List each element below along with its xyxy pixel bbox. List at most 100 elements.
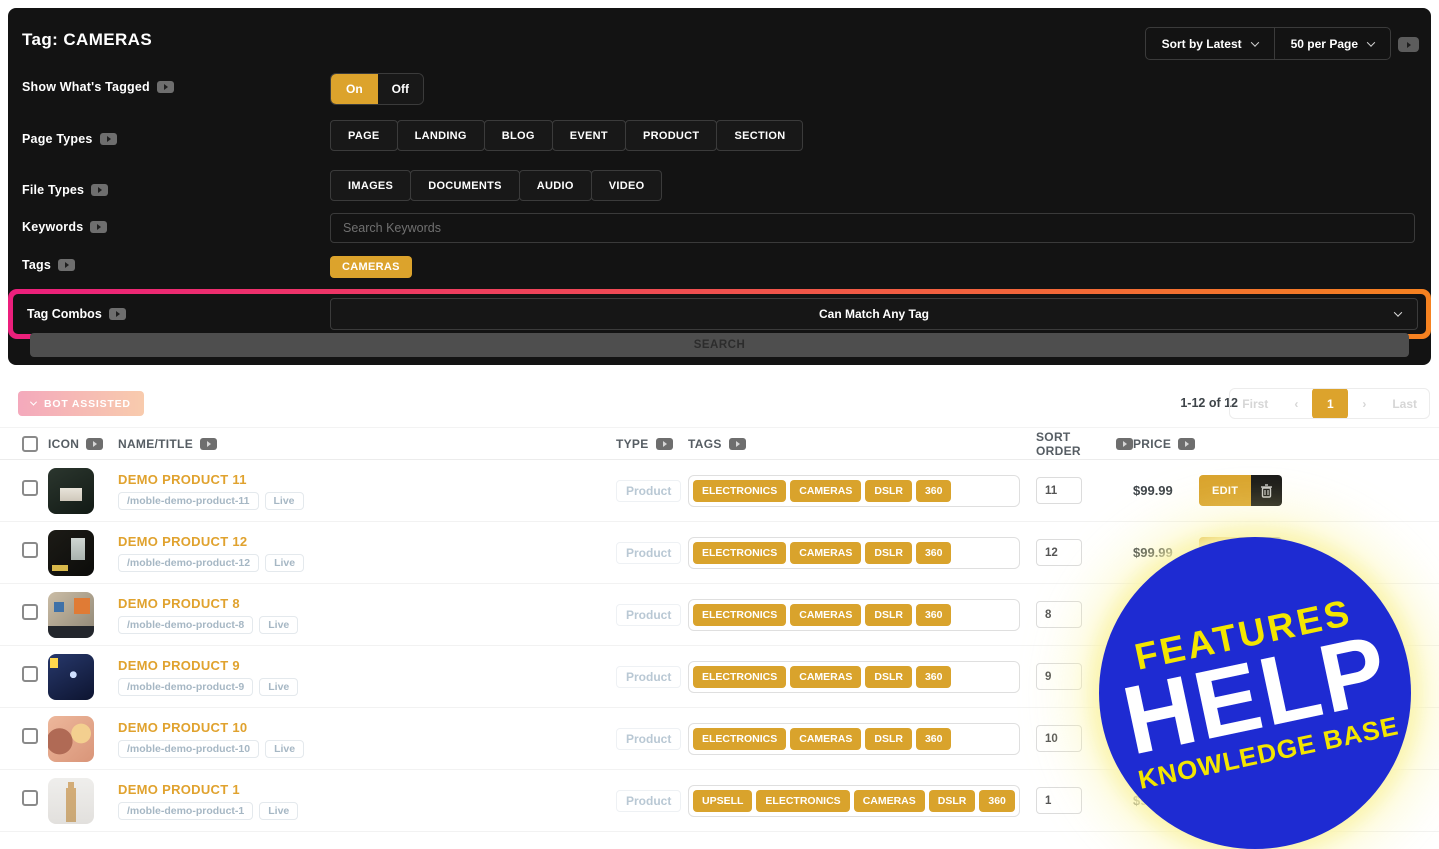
edit-button[interactable]: EDIT [1199,475,1252,506]
show-whats-tagged-toggle: On Off [330,73,424,105]
row-checkbox[interactable] [22,666,38,682]
file-type-audio[interactable]: AUDIO [518,170,592,201]
toggle-on-button[interactable]: On [331,74,378,104]
video-play-icon[interactable] [58,259,76,271]
type-label: Product [616,603,682,626]
product-thumbnail[interactable] [48,653,94,700]
pagination-p[interactable]: ‹ [1280,389,1312,418]
product-slug-badge: /moble-demo-product-8 [118,615,254,634]
sort-order-input[interactable]: 10 [1036,725,1082,752]
row-tags-box: ELECTRONICS CAMERAS DSLR 360 [688,722,1020,755]
select-all-checkbox[interactable] [22,435,38,452]
per-page-dropdown[interactable]: 50 per Page [1273,28,1390,59]
row-tag-dslr: DSLR [865,479,912,502]
sort-order-input[interactable]: 11 [1036,477,1082,504]
price-value: $99.99 [1133,544,1173,560]
row-tags-box: ELECTRONICS CAMERAS DSLR 360 [688,660,1020,693]
page-type-landing[interactable]: LANDING [396,120,485,151]
chevron-down-icon [29,398,38,406]
video-play-icon[interactable] [1178,437,1196,450]
page-type-event[interactable]: EVENT [551,120,626,151]
row-checkbox[interactable] [22,604,38,620]
row-tag-electronics: ELECTRONICS [693,541,787,564]
video-play-icon[interactable] [200,437,217,450]
header-price: PRICE [1133,437,1199,451]
video-play-icon[interactable] [1116,437,1133,450]
status-badge: Live [265,739,305,758]
file-type-video[interactable]: VIDEO [590,170,663,201]
file-type-documents[interactable]: DOCUMENTS [410,170,520,201]
pagination-last[interactable]: Last [1380,389,1429,418]
status-badge: Live [259,677,299,696]
pagination-first[interactable]: First [1230,389,1280,418]
product-slug-badge: /moble-demo-product-12 [118,553,260,572]
video-help-icon[interactable] [1398,37,1419,52]
video-play-icon[interactable] [90,221,108,233]
row-tags-box: UPSELL ELECTRONICS CAMERAS DSLR 360 [688,784,1020,817]
keywords-search-input[interactable] [330,213,1415,243]
page-type-product[interactable]: PRODUCT [624,120,718,151]
row-tag-360: 360 [915,479,952,502]
filter-label-text: Tags [22,258,52,272]
video-play-icon[interactable] [156,81,174,93]
table-row: DEMO PRODUCT 11 /moble-demo-product-11 L… [0,460,1439,522]
page-type-blog[interactable]: BLOG [483,120,553,151]
video-play-icon[interactable] [728,437,746,450]
header-label: ICON [48,436,80,451]
video-play-icon[interactable] [655,437,673,450]
row-tag-electronics: ELECTRONICS [693,727,787,750]
search-button[interactable]: SEARCH [30,333,1409,357]
row-tag-cameras: CAMERAS [790,665,862,688]
page-type-page[interactable]: PAGE [330,120,398,151]
status-badge: Live [265,553,305,572]
pagination-p[interactable]: › [1348,389,1380,418]
row-tag-cameras: CAMERAS [790,541,862,564]
product-thumbnail[interactable] [48,467,94,514]
pagination: First ‹ 1 › Last [1229,388,1430,419]
filter-label-text: Keywords [22,220,84,234]
product-thumbnail[interactable] [48,529,94,576]
video-play-icon[interactable] [86,437,104,450]
chevron-down-icon [1366,37,1376,47]
video-play-icon[interactable] [108,308,126,320]
product-name-link[interactable]: DEMO PRODUCT 1 [118,782,616,797]
product-name-link[interactable]: DEMO PRODUCT 10 [118,720,616,735]
toggle-off-button[interactable]: Off [377,74,423,104]
row-tag-dslr: DSLR [865,727,912,750]
row-checkbox[interactable] [22,542,38,558]
help-knowledge-base-badge[interactable]: FEATURES HELP KNOWLEDGE BASE [1099,537,1411,849]
product-thumbnail[interactable] [48,715,94,762]
sort-order-input[interactable]: 8 [1036,601,1082,628]
sort-dropdown[interactable]: Sort by Latest [1146,28,1274,59]
page-types-group: PAGE LANDING BLOG EVENT PRODUCT SECTION [330,120,804,151]
row-checkbox[interactable] [22,728,38,744]
product-thumbnail[interactable] [48,777,94,824]
product-name-link[interactable]: DEMO PRODUCT 12 [118,534,616,549]
sort-order-input[interactable]: 9 [1036,663,1082,690]
sort-order-input[interactable]: 12 [1036,539,1082,566]
page-type-section[interactable]: SECTION [716,120,804,151]
product-thumbnail[interactable] [48,591,94,638]
header-label: NAME/TITLE [118,436,193,451]
bot-assisted-button[interactable]: BOT ASSISTED [18,391,144,416]
product-name-link[interactable]: DEMO PRODUCT 11 [118,472,616,487]
video-play-icon[interactable] [91,184,109,196]
chevron-down-icon [1393,308,1403,317]
video-play-icon[interactable] [99,133,117,145]
delete-button[interactable] [1251,475,1283,506]
header-label: SORT ORDER [1036,429,1081,458]
price-value: $99.99 [1133,482,1173,498]
pagination-1[interactable]: 1 [1312,389,1349,418]
row-checkbox[interactable] [22,790,38,806]
tag-combos-select[interactable]: Can Match Any Tag [330,298,1418,330]
sort-dropdown-label: Sort by Latest [1161,36,1242,51]
product-name-link[interactable]: DEMO PRODUCT 8 [118,596,616,611]
type-label: Product [616,479,682,502]
trash-icon [1261,483,1273,498]
row-checkbox[interactable] [22,480,38,496]
product-name-link[interactable]: DEMO PRODUCT 9 [118,658,616,673]
type-label: Product [616,665,682,688]
file-type-images[interactable]: IMAGES [330,170,412,201]
row-tags-box: ELECTRONICS CAMERAS DSLR 360 [688,474,1020,507]
selected-tag-cameras[interactable]: CAMERAS [330,256,412,278]
